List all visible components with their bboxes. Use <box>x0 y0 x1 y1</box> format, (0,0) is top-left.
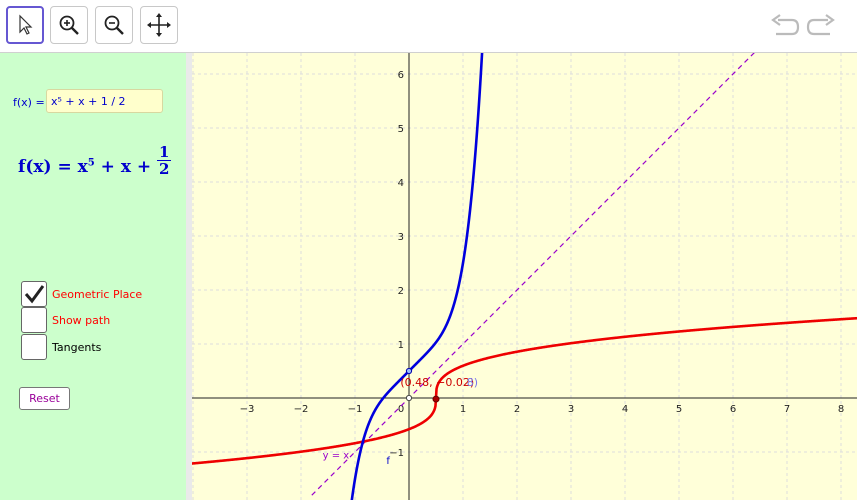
algebra-panel <box>0 53 186 500</box>
formula-display: f(x) = x5 + x + 12 <box>18 144 172 177</box>
x-tick-label: −2 <box>294 404 309 415</box>
point-origin[interactable] <box>405 394 413 402</box>
x-tick-label: −1 <box>348 404 363 415</box>
x-tick-label: 5 <box>676 404 682 415</box>
zoom-out-icon <box>104 15 124 35</box>
y-tick-label: 1 <box>398 340 404 351</box>
formula-lhs: f(x) = x <box>18 157 88 177</box>
line-label: y = x <box>323 450 350 461</box>
show-path-checkbox[interactable] <box>21 307 47 333</box>
toolbar <box>0 0 857 53</box>
x-tick-label: 4 <box>622 404 628 415</box>
x-tick-label: 8 <box>838 404 844 415</box>
formula-denominator: 2 <box>159 160 170 178</box>
cursor-arrow-icon <box>19 14 33 35</box>
curve-label: f <box>386 456 390 467</box>
x-tick-label: 2 <box>514 404 520 415</box>
checkmark-icon <box>24 285 45 304</box>
redo-button[interactable] <box>806 12 836 40</box>
formula-rhs: + x + <box>94 157 158 177</box>
point-coordinate-label: (0.48, −0.02) <box>400 376 474 389</box>
x-tick-label: 7 <box>784 404 790 415</box>
tangents-checkbox[interactable] <box>21 334 47 360</box>
x-tick-label: 3 <box>568 404 574 415</box>
y-tick-label: −1 <box>389 448 404 459</box>
geometric-place-label: Geometric Place <box>52 288 143 301</box>
zoom-in-icon <box>59 15 79 35</box>
show-path-label: Show path <box>52 314 111 327</box>
formula-exponent: 5 <box>87 157 95 169</box>
undo-button[interactable] <box>770 12 800 40</box>
y-tick-label: 2 <box>398 286 404 297</box>
tangents-label: Tangents <box>52 341 102 354</box>
fx-label: f(x) = <box>13 96 45 109</box>
point-on-f[interactable] <box>405 367 413 375</box>
graphics-view[interactable]: −3 −2 −1 0 1 2 3 4 5 6 7 8 −1123456 (0.48, −0.02) 8… <box>192 53 857 500</box>
undo-icon <box>771 14 800 36</box>
geometric-place-checkbox[interactable] <box>21 281 47 307</box>
move-tool-button[interactable] <box>6 6 44 44</box>
formula-fraction: 12 <box>157 143 172 178</box>
fx-input[interactable]: x⁵ + x + 1 / 2 <box>46 89 163 113</box>
graph-background <box>192 53 857 500</box>
move-arrows-icon <box>147 13 171 37</box>
x-tick-label: −3 <box>240 404 255 415</box>
point-extra-label: 8) <box>467 376 478 389</box>
zoom-in-button[interactable] <box>50 6 88 44</box>
redo-icon <box>806 14 835 36</box>
move-view-button[interactable] <box>140 6 178 44</box>
point-geometric-place[interactable] <box>432 395 440 403</box>
y-tick-label: 6 <box>398 70 404 81</box>
zoom-out-button[interactable] <box>95 6 133 44</box>
y-tick-label: 5 <box>398 124 404 135</box>
reset-button[interactable]: Reset <box>19 387 70 410</box>
formula-numerator: 1 <box>157 143 172 161</box>
x-tick-label: 1 <box>460 404 466 415</box>
y-tick-label: 4 <box>398 178 404 189</box>
x-tick-label: 6 <box>730 404 736 415</box>
y-tick-label: 3 <box>398 232 404 243</box>
